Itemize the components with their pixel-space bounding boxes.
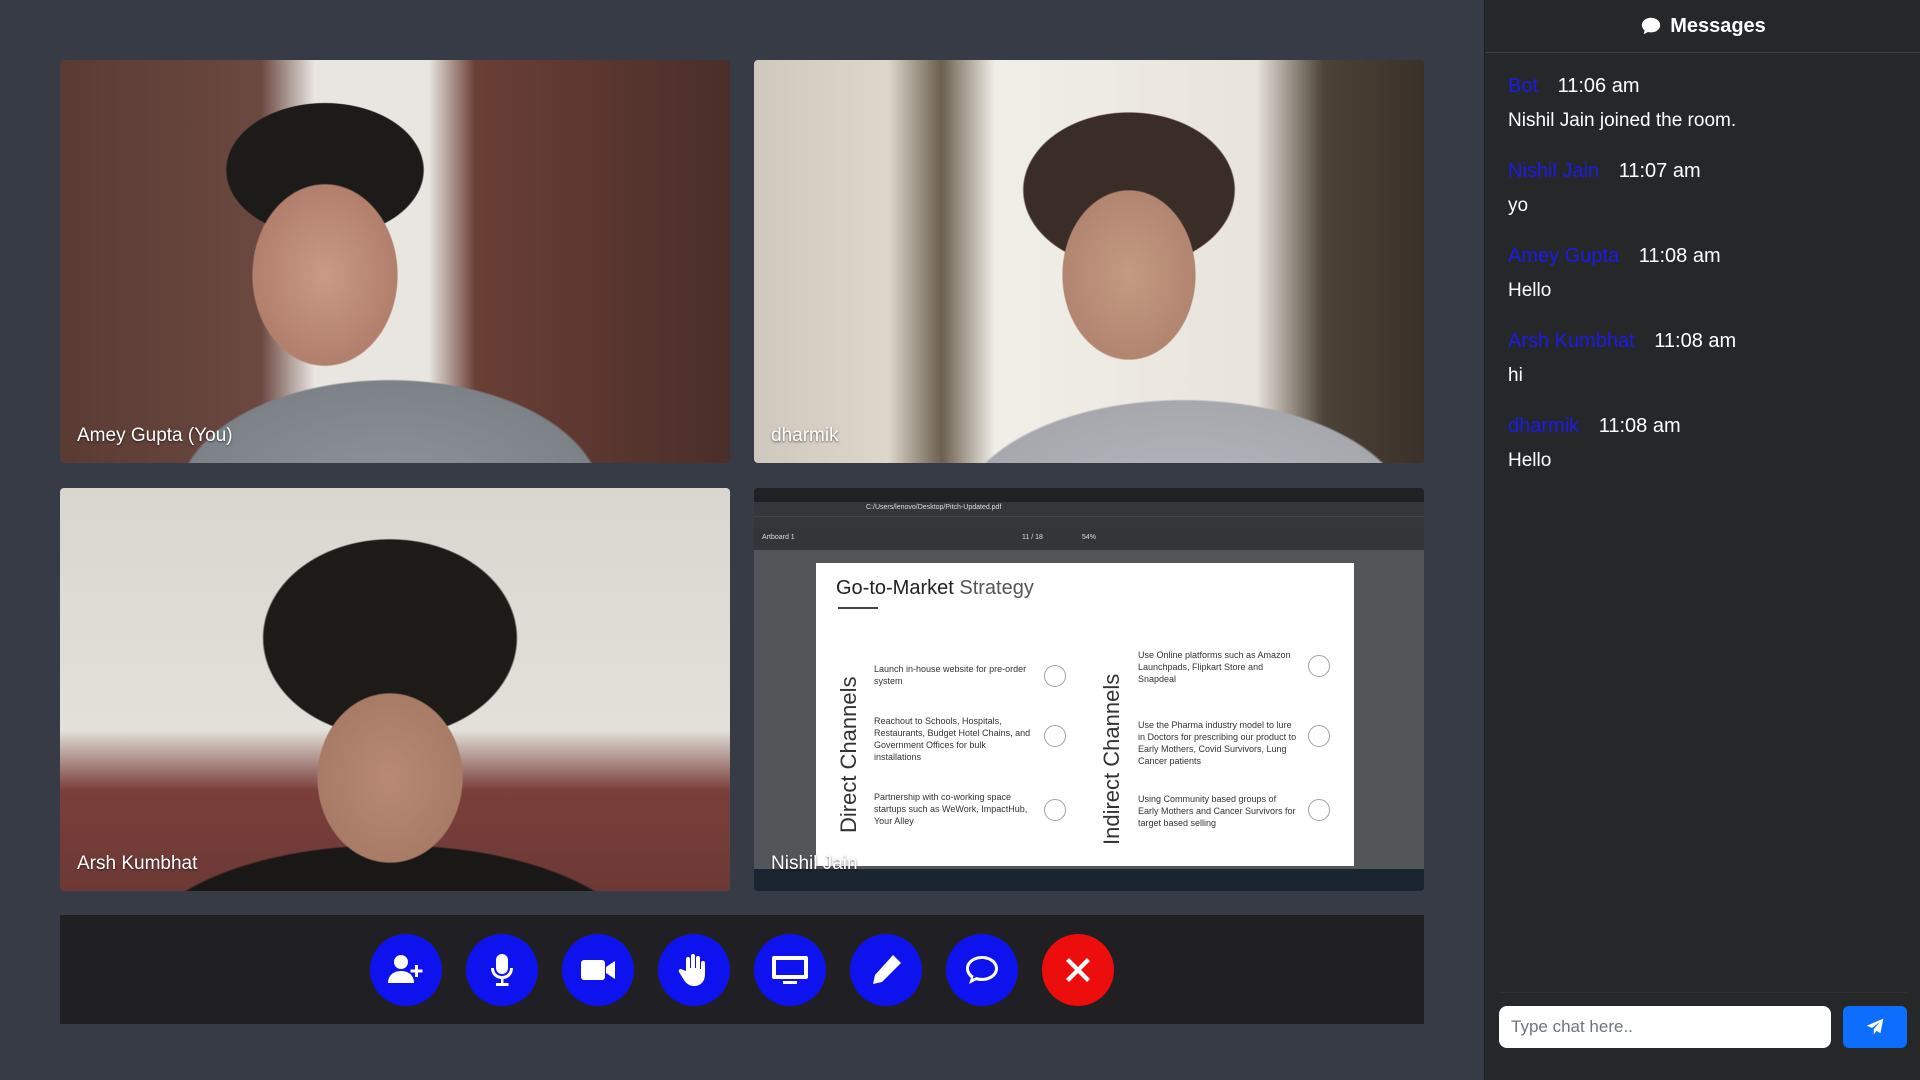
message-text: hi [1508, 365, 1523, 386]
group-icon [1044, 725, 1066, 747]
shared-browser-addressbar: C:/Users/lenovo/Desktop/Pitch-Updated.pd… [754, 502, 1424, 516]
chat-title: Messages [1670, 14, 1766, 37]
slide-indirect-item: Use the Pharma industry model to lure in… [1138, 720, 1297, 766]
camera-button[interactable] [562, 933, 634, 1006]
slide-title-light: Strategy [959, 577, 1034, 599]
handshake-icon [1044, 799, 1066, 821]
message-text: Nishil Jain joined the room. [1508, 110, 1737, 131]
message-sender: Bot [1508, 75, 1539, 97]
chat-message: Amey Gupta 11:08 am Hello [1508, 245, 1898, 302]
chat-message: Arsh Kumbhat 11:08 am hi [1508, 330, 1898, 387]
chat-toggle-button[interactable] [946, 933, 1018, 1006]
chat-message: Bot 11:06 am Nishil Jain joined the room… [1508, 75, 1898, 132]
shared-pdf-toolbar: Artboard 1 11 / 18 54% [754, 528, 1424, 550]
participant-name: Amey Gupta (You) [77, 425, 233, 446]
chat-message: Nishil Jain 11:07 am yo [1508, 160, 1898, 217]
message-time: 11:08 am [1598, 415, 1681, 437]
slide-direct-channels-label: Direct Channels [836, 676, 861, 833]
message-time: 11:08 am [1638, 245, 1721, 267]
shared-zoom: 54% [1082, 534, 1097, 541]
target-icon [1308, 799, 1330, 821]
cart-icon [1308, 655, 1330, 677]
participant-name: Nishil Jain [771, 853, 858, 874]
chat-message: dharmik 11:08 am Hello [1508, 415, 1898, 472]
end-call-icon [1066, 957, 1090, 982]
participant-name: Arsh Kumbhat [77, 853, 198, 874]
message-time: 11:07 am [1618, 160, 1701, 182]
video-tile-nishil-screen-share: C:/Users/lenovo/Desktop/Pitch-Updated.pd… [754, 488, 1424, 891]
add-user-icon [388, 954, 423, 983]
video-camera-icon [581, 959, 615, 980]
slide-direct-item: Reachout to Schools, Hospitals, Restaura… [874, 716, 1031, 762]
message-time: 11:08 am [1654, 330, 1737, 352]
chat-composer [1499, 992, 1907, 1061]
chat-panel: Messages Bot 11:06 am Nishil Jain joined… [1484, 0, 1920, 1080]
whiteboard-button[interactable] [850, 933, 922, 1006]
paper-plane-icon [1866, 1018, 1884, 1035]
share-screen-button[interactable] [754, 933, 826, 1006]
participant-name: dharmik [771, 425, 839, 446]
leave-call-button[interactable] [1042, 933, 1114, 1006]
message-text: yo [1508, 195, 1529, 216]
microphone-button[interactable] [466, 933, 538, 1006]
message-text: Hello [1508, 280, 1552, 301]
shared-page-indicator: 11 / 18 [1022, 534, 1043, 541]
slide-indirect-item: Using Community based groups of Early Mo… [1138, 794, 1296, 828]
chat-input[interactable] [1499, 1006, 1832, 1048]
message-sender: dharmik [1508, 415, 1580, 437]
globe-icon [1044, 665, 1066, 687]
stethoscope-icon [1308, 725, 1330, 747]
video-tile-dharmik: dharmik [754, 60, 1424, 463]
slide-direct-item: Launch in-house website for pre-order sy… [874, 664, 1027, 686]
raise-hand-button[interactable] [658, 933, 730, 1006]
chat-bubble-icon [966, 955, 998, 984]
message-sender: Nishil Jain [1508, 160, 1600, 182]
slide-title-bold: Go-to-Market [836, 577, 954, 599]
video-tile-arsh: Arsh Kumbhat [60, 488, 730, 891]
slide-direct-item: Partnership with co-working space startu… [874, 792, 1028, 826]
shared-pdf-path: C:/Users/lenovo/Desktop/Pitch-Updated.pd… [866, 504, 1002, 511]
slide-title: Go-to-Market Strategy [836, 577, 1034, 600]
screen-share-icon [772, 955, 808, 984]
raise-hand-icon [678, 953, 705, 986]
video-area: Amey Gupta (You) dharmik Arsh Kumbhat C:… [0, 0, 1484, 1080]
message-time: 11:06 am [1557, 75, 1640, 97]
slide-title-underline [838, 607, 878, 609]
message-sender: Arsh Kumbhat [1508, 330, 1635, 352]
slide-indirect-item: Use Online platforms such as Amazon Laun… [1138, 650, 1291, 684]
chat-header: Messages [1485, 0, 1920, 53]
message-sender: Amey Gupta [1508, 245, 1620, 267]
slide-indirect-channels-label: Indirect Channels [1099, 673, 1124, 845]
pencil-icon [873, 954, 901, 984]
message-list: Bot 11:06 am Nishil Jain joined the room… [1485, 53, 1920, 472]
call-controls-bar [60, 915, 1424, 1024]
shared-slide: Go-to-Market Strategy Direct Channels In… [816, 563, 1354, 866]
shared-artboard-label: Artboard 1 [762, 534, 795, 541]
shared-browser-tabbar [754, 488, 1424, 502]
microphone-icon [491, 953, 513, 986]
send-button[interactable] [1843, 1006, 1907, 1048]
comment-icon [1642, 17, 1661, 35]
video-tile-amey: Amey Gupta (You) [60, 60, 730, 463]
add-participant-button[interactable] [370, 933, 442, 1006]
message-text: Hello [1508, 450, 1552, 471]
